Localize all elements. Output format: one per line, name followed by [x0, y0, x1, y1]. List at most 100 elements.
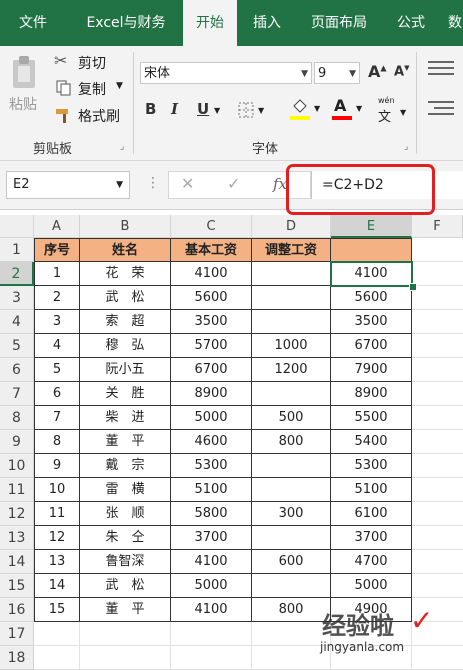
column-header-e[interactable]: E [331, 215, 412, 238]
table-cell[interactable]: 6700 [331, 334, 412, 358]
table-cell[interactable]: 1 [34, 262, 80, 286]
table-cell[interactable] [252, 574, 331, 598]
table-cell[interactable]: 5600 [331, 286, 412, 310]
table-cell[interactable]: 13 [34, 550, 80, 574]
table-cell[interactable]: 6 [34, 382, 80, 406]
table-cell[interactable]: 6100 [331, 502, 412, 526]
borders-button[interactable]: ▼ [236, 100, 268, 120]
row-header[interactable]: 15 [0, 574, 34, 598]
table-cell[interactable]: 5800 [171, 502, 252, 526]
table-cell[interactable]: 1000 [252, 334, 331, 358]
table-cell[interactable]: 600 [252, 550, 331, 574]
cancel-icon[interactable]: ✕ [181, 174, 194, 193]
row-header[interactable]: 1 [0, 238, 34, 262]
fill-handle[interactable] [409, 283, 417, 291]
row-header[interactable]: 7 [0, 382, 34, 406]
table-cell[interactable] [252, 526, 331, 550]
table-cell[interactable]: 11 [34, 502, 80, 526]
format-painter-button[interactable]: 格式刷 [54, 106, 126, 126]
table-cell[interactable]: 12 [34, 526, 80, 550]
tab-insert[interactable]: 插入 [240, 0, 294, 46]
select-all-corner[interactable] [0, 215, 34, 238]
row-header[interactable]: 16 [0, 598, 34, 622]
table-cell[interactable]: 6700 [171, 358, 252, 382]
tab-data[interactable]: 数 [440, 0, 463, 46]
table-cell[interactable]: 朱 仝 [80, 526, 171, 550]
table-cell[interactable]: 10 [34, 478, 80, 502]
chevron-down-icon[interactable]: ▼ [214, 106, 220, 115]
row-header[interactable]: 8 [0, 406, 34, 430]
row-header[interactable]: 18 [0, 646, 34, 670]
table-cell[interactable]: 7900 [331, 358, 412, 382]
row-header[interactable]: 13 [0, 526, 34, 550]
table-cell[interactable]: 5000 [171, 574, 252, 598]
table-cell[interactable]: 4100 [171, 598, 252, 622]
table-cell[interactable]: 5600 [171, 286, 252, 310]
table-cell[interactable]: 5100 [171, 478, 252, 502]
paste-button[interactable] [10, 54, 38, 90]
table-cell[interactable]: 武 松 [80, 574, 171, 598]
row-header[interactable]: 12 [0, 502, 34, 526]
table-cell[interactable]: 张 顺 [80, 502, 171, 526]
align-icon[interactable] [426, 58, 456, 148]
column-header-f[interactable]: F [412, 215, 463, 238]
table-cell[interactable] [252, 478, 331, 502]
table-cell[interactable]: 柴 进 [80, 406, 171, 430]
grow-font-button[interactable]: A▲ [368, 62, 387, 81]
row-header[interactable]: 17 [0, 622, 34, 646]
underline-button[interactable]: U [197, 100, 209, 118]
row-header[interactable]: 9 [0, 430, 34, 454]
table-cell[interactable]: 500 [252, 406, 331, 430]
table-cell[interactable]: 5300 [171, 454, 252, 478]
tab-home[interactable]: 开始 [183, 0, 237, 46]
table-cell[interactable]: 武 松 [80, 286, 171, 310]
table-cell[interactable]: 14 [34, 574, 80, 598]
table-cell[interactable]: 4100 [171, 550, 252, 574]
table-cell[interactable]: 4 [34, 334, 80, 358]
table-cell[interactable]: 1200 [252, 358, 331, 382]
table-cell[interactable] [252, 454, 331, 478]
insert-function-button[interactable]: fx [273, 175, 287, 193]
italic-button[interactable]: I [171, 100, 178, 118]
table-cell[interactable]: 穆 弘 [80, 334, 171, 358]
copy-button[interactable]: 复制 ▼ [54, 79, 126, 99]
table-header-cell[interactable]: 调整工资 [252, 238, 331, 262]
row-header[interactable]: 4 [0, 310, 34, 334]
table-cell[interactable]: 雷 横 [80, 478, 171, 502]
font-color-button[interactable]: A ▼ [330, 96, 364, 122]
active-cell-e2[interactable] [330, 261, 413, 287]
table-cell[interactable] [252, 382, 331, 406]
tab-formulas[interactable]: 公式 [384, 0, 438, 46]
dialog-launcher-icon[interactable]: ⌟ [120, 142, 124, 152]
table-cell[interactable]: 8900 [171, 382, 252, 406]
table-cell[interactable]: 800 [252, 430, 331, 454]
table-cell[interactable]: 5000 [171, 406, 252, 430]
phonetic-button[interactable]: wén 文 ▼ [374, 96, 410, 125]
column-header-a[interactable]: A [34, 215, 80, 238]
table-cell[interactable]: 3500 [171, 310, 252, 334]
table-cell[interactable]: 300 [252, 502, 331, 526]
row-header[interactable]: 11 [0, 478, 34, 502]
table-header-cell[interactable]: 姓名 [80, 238, 171, 262]
table-cell[interactable]: 5100 [331, 478, 412, 502]
fill-color-button[interactable]: ▼ [288, 96, 322, 122]
table-cell[interactable]: 花 荣 [80, 262, 171, 286]
table-header-cell[interactable]: 基本工资 [171, 238, 252, 262]
table-cell[interactable]: 3700 [171, 526, 252, 550]
table-cell[interactable]: 5000 [331, 574, 412, 598]
table-cell[interactable]: 3 [34, 310, 80, 334]
name-box[interactable]: E2 ▼ [6, 171, 130, 199]
dialog-launcher-icon[interactable]: ⌟ [404, 142, 408, 152]
table-cell[interactable]: 2 [34, 286, 80, 310]
table-cell[interactable] [252, 310, 331, 334]
column-header-d[interactable]: D [252, 215, 331, 238]
table-cell[interactable]: 9 [34, 454, 80, 478]
table-cell[interactable]: 4600 [171, 430, 252, 454]
table-cell[interactable]: 3500 [331, 310, 412, 334]
font-size-combo[interactable]: 9 ▼ [314, 62, 360, 84]
table-header-cell[interactable] [331, 238, 412, 262]
table-cell[interactable]: 4100 [171, 262, 252, 286]
table-cell[interactable]: 8 [34, 430, 80, 454]
table-cell[interactable]: 鲁智深 [80, 550, 171, 574]
font-name-combo[interactable]: 宋体 ▼ [140, 62, 312, 84]
